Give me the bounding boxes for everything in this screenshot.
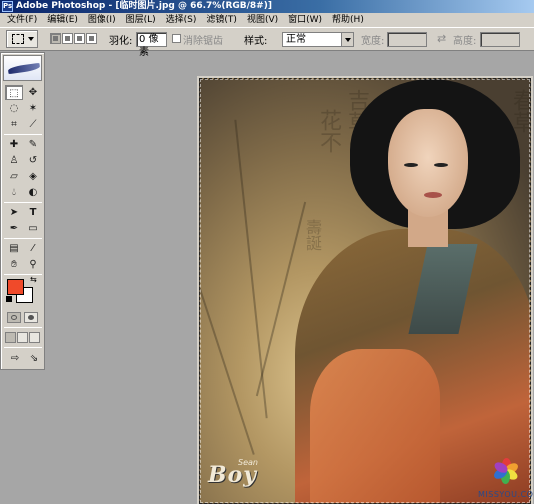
menu-filter[interactable]: 滤镜(T) <box>201 13 242 27</box>
new-selection-button[interactable] <box>50 33 61 44</box>
document-window: 吉草 花不 春草 壽誕 Sean Boy <box>197 76 533 504</box>
imageready-icon[interactable]: ⇘ <box>25 351 43 366</box>
healing-brush-icon[interactable]: ✚ <box>5 137 23 152</box>
toolbox: ⬚ ✥ ◌ ✶ ⌗ ⟋ ✚ ✎ ♙ ↺ ▱ ◈ 💧︎ ◐ ➤ T ✒ ▭ ▤ ⁄… <box>0 52 45 370</box>
style-label: 样式: <box>244 35 268 47</box>
path-select-icon[interactable]: ➤ <box>5 205 23 220</box>
rect-marquee-icon <box>12 34 24 44</box>
chevron-down-icon <box>341 33 353 46</box>
full-screen-mode-button[interactable] <box>29 332 40 343</box>
photo-canvas[interactable]: 吉草 花不 春草 壽誕 Sean Boy <box>199 78 531 504</box>
site-watermark: MISSYOU.COM <box>478 458 534 504</box>
toolbox-divider <box>4 202 42 203</box>
antialias-checkbox[interactable] <box>172 34 181 43</box>
style-select-value: 正常 <box>286 34 306 45</box>
toolbox-divider <box>4 134 42 135</box>
swap-dimensions-icon[interactable]: ⇄ <box>437 32 446 45</box>
add-selection-button[interactable] <box>62 33 73 44</box>
menu-help[interactable]: 帮助(H) <box>327 13 369 27</box>
tool-preset-picker[interactable] <box>6 30 38 48</box>
height-input[interactable] <box>480 32 520 47</box>
magic-wand-icon[interactable]: ✶ <box>24 101 42 116</box>
menu-select[interactable]: 选择(S) <box>161 13 202 27</box>
subtract-selection-button[interactable] <box>74 33 85 44</box>
standard-mode-button[interactable] <box>7 312 21 323</box>
zoom-icon[interactable]: ⚲ <box>24 257 42 272</box>
paint-bucket-icon[interactable]: ◈ <box>24 169 42 184</box>
menu-file[interactable]: 文件(F) <box>2 13 42 27</box>
eraser-icon[interactable]: ▱ <box>5 169 23 184</box>
full-screen-menu-mode-button[interactable] <box>17 332 28 343</box>
menu-image[interactable]: 图像(I) <box>83 13 121 27</box>
menu-view[interactable]: 视图(V) <box>242 13 283 27</box>
rect-marquee-icon[interactable]: ⬚ <box>5 85 23 100</box>
swap-colors-icon[interactable]: ⇆ <box>30 275 37 284</box>
chevron-down-icon <box>28 37 34 41</box>
foreground-color-swatch[interactable] <box>7 279 24 295</box>
watermark-text: MISSYOU.COM <box>478 490 534 499</box>
antialias-label: 消除锯齿 <box>183 35 223 47</box>
menu-layer[interactable]: 图层(L) <box>121 13 161 27</box>
height-label: 高度: <box>453 35 477 47</box>
feather-logo-icon <box>7 62 41 75</box>
move-icon[interactable]: ✥ <box>24 85 42 100</box>
feather-input[interactable]: 0 像素 <box>136 32 167 58</box>
jump-to-imageready-icon[interactable]: ⇨ <box>5 351 25 366</box>
toolbox-divider <box>4 238 42 239</box>
style-select[interactable]: 正常 <box>282 32 354 47</box>
menu-bar: 文件(F) 编辑(E) 图像(I) 图层(L) 选择(S) 滤镜(T) 视图(V… <box>0 13 534 27</box>
eyedropper-icon[interactable]: ⁄ <box>24 241 42 256</box>
width-label: 宽度: <box>361 35 385 47</box>
photoshop-app-icon[interactable]: Ps <box>2 1 13 12</box>
width-input[interactable] <box>387 32 427 47</box>
flower-logo-icon <box>492 458 520 484</box>
hand-icon[interactable]: ✋︎ <box>5 257 23 272</box>
menu-window[interactable]: 窗口(W) <box>283 13 327 27</box>
lasso-icon[interactable]: ◌ <box>5 101 23 116</box>
brush-icon[interactable]: ✎ <box>24 137 42 152</box>
toolbox-divider <box>4 347 42 348</box>
feather-label: 羽化: <box>109 35 133 47</box>
options-bar: 羽化: 0 像素 消除锯齿 样式: 正常 宽度: ⇄ 高度: <box>0 27 534 58</box>
notes-icon[interactable]: ▤ <box>5 241 23 256</box>
title-bar: Ps Adobe Photoshop - [临时图片.jpg @ 66.7%(R… <box>0 0 534 13</box>
pen-icon[interactable]: ✒ <box>5 221 23 236</box>
blur-icon[interactable]: 💧︎ <box>5 185 23 200</box>
quick-mask-button[interactable] <box>24 312 38 323</box>
clone-stamp-icon[interactable]: ♙ <box>5 153 23 168</box>
crop-icon[interactable]: ⌗ <box>5 117 23 132</box>
intersect-selection-button[interactable] <box>86 33 97 44</box>
window-title: Adobe Photoshop - [临时图片.jpg @ 66.7%(RGB/… <box>16 1 272 11</box>
shape-icon[interactable]: ▭ <box>24 221 42 236</box>
menu-edit[interactable]: 编辑(E) <box>42 13 83 27</box>
slice-icon[interactable]: ⟋ <box>24 117 42 132</box>
toolbox-divider <box>4 327 42 328</box>
dodge-icon[interactable]: ◐ <box>24 185 42 200</box>
selection-marquee <box>200 79 530 503</box>
default-colors-icon[interactable] <box>6 296 12 302</box>
standard-screen-mode-button[interactable] <box>5 332 16 343</box>
toolbox-header-logo[interactable] <box>3 55 42 81</box>
type-icon[interactable]: T <box>24 205 42 220</box>
history-brush-icon[interactable]: ↺ <box>24 153 42 168</box>
